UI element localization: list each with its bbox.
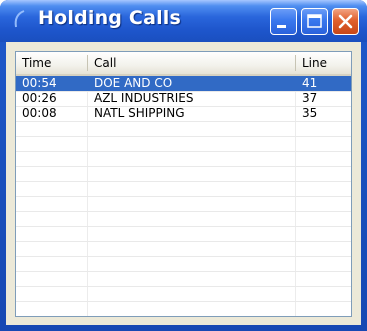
column-header-line[interactable]: Line — [296, 52, 351, 74]
call-line: 37 — [302, 91, 318, 105]
table-row[interactable]: 00:26 AZL INDUSTRIES 37 — [16, 91, 351, 106]
row-gridline — [16, 181, 351, 182]
list-body: 00:54 DOE AND CO 41 00:26 AZL INDUSTRIES… — [16, 76, 351, 316]
title-bar[interactable]: Holding Calls — [0, 0, 367, 42]
call-line: 35 — [302, 106, 318, 120]
call-name: NATL SHIPPING — [94, 106, 185, 120]
holding-calls-window: Holding Calls Time Call Line 00:54 DOE A… — [0, 0, 367, 331]
calls-list[interactable]: Time Call Line 00:54 DOE AND CO 41 00:26… — [15, 51, 352, 317]
window-client-area: Time Call Line 00:54 DOE AND CO 41 00:26… — [6, 42, 361, 325]
row-gridline — [16, 121, 351, 122]
call-time: 00:08 — [22, 106, 57, 120]
row-gridline — [16, 166, 351, 167]
row-gridline — [16, 151, 351, 152]
call-name: AZL INDUSTRIES — [94, 91, 194, 105]
row-gridline — [16, 211, 351, 212]
row-gridline — [16, 196, 351, 197]
list-header: Time Call Line — [16, 52, 351, 76]
call-time: 00:54 — [22, 76, 57, 90]
table-row[interactable]: 00:54 DOE AND CO 41 — [16, 76, 351, 91]
row-gridline — [16, 271, 351, 272]
window-title: Holding Calls — [38, 7, 182, 29]
row-gridline — [16, 301, 351, 302]
maximize-icon — [307, 14, 322, 28]
row-gridline — [16, 286, 351, 287]
column-header-call[interactable]: Call — [88, 52, 296, 74]
call-name: DOE AND CO — [94, 76, 173, 90]
maximize-button[interactable] — [301, 8, 328, 35]
call-line: 41 — [302, 76, 318, 90]
row-gridline — [16, 256, 351, 257]
close-icon — [338, 14, 353, 29]
call-time: 00:26 — [22, 91, 57, 105]
row-gridline — [16, 136, 351, 137]
minimize-icon — [277, 25, 286, 28]
minimize-button[interactable] — [270, 8, 297, 35]
row-gridline — [16, 226, 351, 227]
column-header-time[interactable]: Time — [16, 52, 88, 74]
row-gridline — [16, 241, 351, 242]
window-app-icon — [14, 10, 25, 28]
close-button[interactable] — [332, 8, 359, 35]
table-row[interactable]: 00:08 NATL SHIPPING 35 — [16, 106, 351, 121]
